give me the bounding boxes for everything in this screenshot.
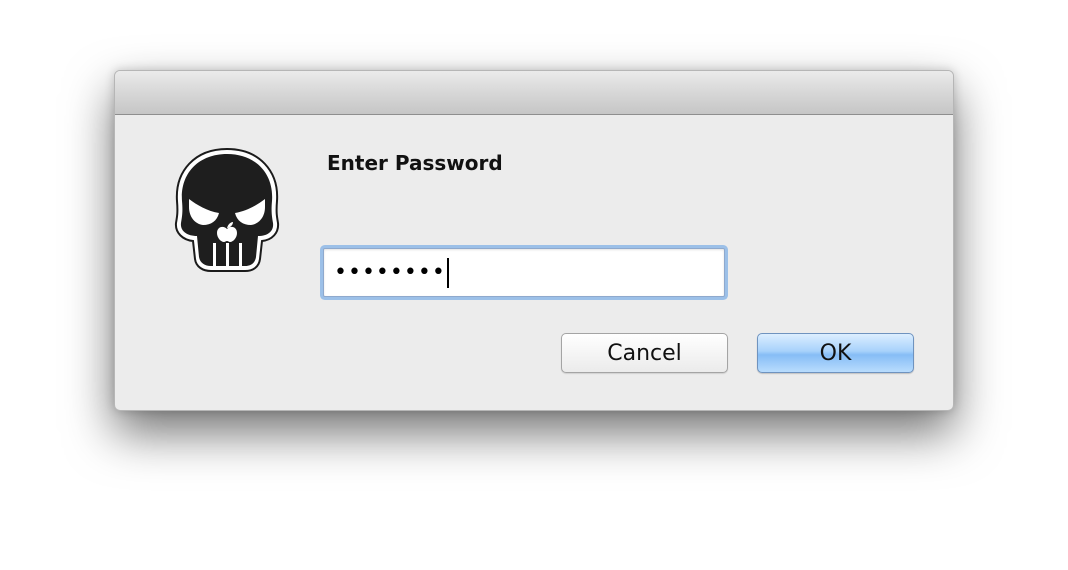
ok-button[interactable]: OK xyxy=(757,333,914,373)
dialog-prompt: Enter Password xyxy=(327,151,503,175)
text-caret xyxy=(446,257,449,288)
cancel-button[interactable]: Cancel xyxy=(561,333,728,373)
title-bar[interactable] xyxy=(115,71,953,115)
password-field[interactable]: •••••••• xyxy=(323,248,725,297)
password-dialog: Enter Password •••••••• Cancel OK xyxy=(114,70,954,411)
skull-icon xyxy=(173,147,281,273)
password-value: •••••••• xyxy=(334,260,446,285)
